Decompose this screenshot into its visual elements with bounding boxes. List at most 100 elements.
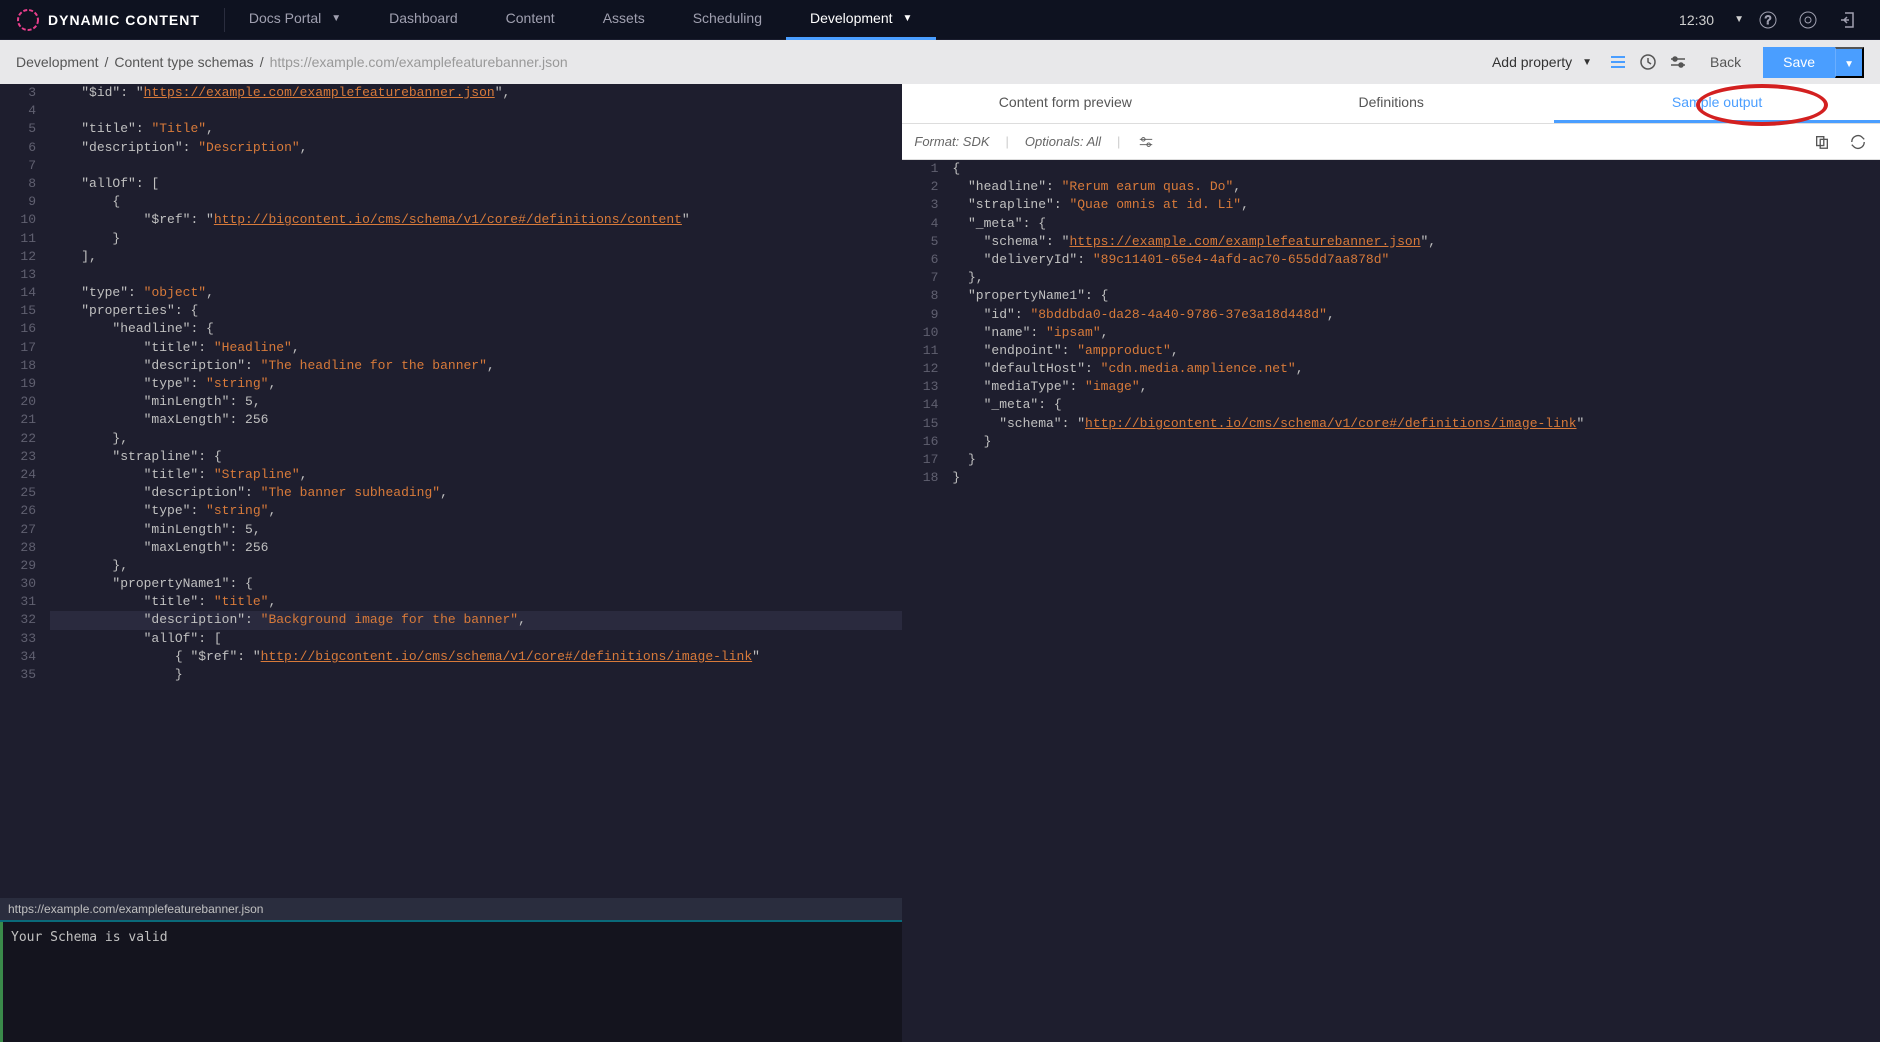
code-content: "type": "object", (50, 284, 902, 302)
format-label[interactable]: Format: SDK (914, 134, 989, 149)
line-number: 32 (0, 611, 50, 629)
gear-icon[interactable] (1792, 4, 1824, 36)
code-content: "description": "Background image for the… (50, 611, 902, 629)
code-content: "strapline": { (50, 448, 902, 466)
code-line: 4 "_meta": { (902, 215, 1880, 233)
sliders-icon[interactable] (1136, 132, 1156, 152)
save-button[interactable]: Save (1763, 47, 1835, 78)
line-number: 10 (902, 324, 952, 342)
line-number: 10 (0, 211, 50, 229)
nav-development[interactable]: Development ▼ (786, 0, 936, 40)
tab-content-form-preview[interactable]: Content form preview (902, 84, 1228, 123)
code-content: "headline": "Rerum earum quas. Do", (952, 178, 1880, 196)
code-content: }, (50, 557, 902, 575)
code-content: "_meta": { (952, 215, 1880, 233)
validation-status: Your Schema is valid (0, 922, 902, 1042)
line-number: 5 (0, 120, 50, 138)
line-number: 35 (0, 666, 50, 684)
line-number: 4 (902, 215, 952, 233)
code-line: 31 "title": "title", (0, 593, 902, 611)
line-number: 15 (902, 415, 952, 433)
logout-icon[interactable] (1832, 4, 1864, 36)
back-button[interactable]: Back (1698, 54, 1753, 70)
code-line: 10 "name": "ipsam", (902, 324, 1880, 342)
line-number: 11 (902, 342, 952, 360)
save-dropdown-button[interactable]: ▼ (1835, 47, 1864, 78)
line-number: 9 (902, 306, 952, 324)
code-line: 19 "type": "string", (0, 375, 902, 393)
code-line: 35 } (0, 666, 902, 684)
nav-scheduling[interactable]: Scheduling (669, 0, 786, 40)
add-property-dropdown[interactable]: Add property ▼ (1486, 54, 1598, 70)
line-number: 7 (902, 269, 952, 287)
breadcrumb-schemas[interactable]: Content type schemas (114, 54, 253, 70)
code-content: "title": "title", (50, 593, 902, 611)
line-number: 17 (0, 339, 50, 357)
line-number: 16 (902, 433, 952, 451)
line-number: 34 (0, 648, 50, 666)
chevron-down-icon: ▼ (903, 13, 913, 24)
nav-content[interactable]: Content (482, 0, 579, 40)
code-line: 14 "_meta": { (902, 396, 1880, 414)
code-line: 9 { (0, 193, 902, 211)
code-line: 7 }, (902, 269, 1880, 287)
line-number: 1 (902, 160, 952, 178)
logo-icon (16, 8, 40, 32)
output-editor[interactable]: 1{2 "headline": "Rerum earum quas. Do",3… (902, 160, 1880, 1042)
line-number: 18 (0, 357, 50, 375)
code-line: 25 "description": "The banner subheading… (0, 484, 902, 502)
code-content: "description": "The headline for the ban… (50, 357, 902, 375)
line-number: 28 (0, 539, 50, 557)
code-content: "title": "Headline", (50, 339, 902, 357)
line-number: 13 (0, 266, 50, 284)
code-content: { (952, 160, 1880, 178)
topbar: DYNAMIC CONTENT Docs Portal ▼ Dashboard … (0, 0, 1880, 40)
line-number: 15 (0, 302, 50, 320)
line-number: 12 (902, 360, 952, 378)
line-number: 9 (0, 193, 50, 211)
preview-panel: Content form preview Definitions Sample … (902, 84, 1880, 1042)
code-content: "strapline": "Quae omnis at id. Li", (952, 196, 1880, 214)
line-number: 13 (902, 378, 952, 396)
editor-tab[interactable]: https://example.com/examplefeaturebanner… (0, 898, 902, 922)
line-number: 21 (0, 411, 50, 429)
line-number: 19 (0, 375, 50, 393)
nav-assets[interactable]: Assets (579, 0, 669, 40)
code-line: 27 "minLength": 5, (0, 521, 902, 539)
code-line: 8 "allOf": [ (0, 175, 902, 193)
code-content: "schema": "https://example.com/examplefe… (952, 233, 1880, 251)
breadcrumb: Development / Content type schemas / htt… (16, 54, 568, 70)
code-content: "minLength": 5, (50, 521, 902, 539)
nav-dashboard[interactable]: Dashboard (365, 0, 482, 40)
code-content: "defaultHost": "cdn.media.amplience.net"… (952, 360, 1880, 378)
code-content: "schema": "http://bigcontent.io/cms/sche… (952, 415, 1880, 433)
code-content: "minLength": 5, (50, 393, 902, 411)
schema-editor[interactable]: 3 "$id": "https://example.com/examplefea… (0, 84, 902, 898)
history-icon[interactable] (1638, 52, 1658, 72)
refresh-icon[interactable] (1848, 132, 1868, 152)
code-content (50, 157, 902, 175)
line-number: 6 (902, 251, 952, 269)
code-line: 11 } (0, 230, 902, 248)
sliders-icon[interactable] (1668, 52, 1688, 72)
code-content: "propertyName1": { (952, 287, 1880, 305)
copy-icon[interactable] (1812, 132, 1832, 152)
code-content: "title": "Strapline", (50, 466, 902, 484)
nav-docs-portal[interactable]: Docs Portal ▼ (225, 0, 365, 40)
chevron-down-icon[interactable]: ▼ (1734, 14, 1744, 25)
code-line: 23 "strapline": { (0, 448, 902, 466)
output-toolbar: Format: SDK | Optionals: All | (902, 124, 1880, 160)
tab-definitions[interactable]: Definitions (1228, 84, 1554, 123)
code-line: 30 "propertyName1": { (0, 575, 902, 593)
optionals-label[interactable]: Optionals: All (1025, 134, 1101, 149)
line-number: 29 (0, 557, 50, 575)
help-icon[interactable]: ? (1752, 4, 1784, 36)
code-line: 17 } (902, 451, 1880, 469)
code-content: "description": "The banner subheading", (50, 484, 902, 502)
line-number: 20 (0, 393, 50, 411)
list-icon[interactable] (1608, 52, 1628, 72)
breadcrumb-development[interactable]: Development (16, 54, 99, 70)
line-number: 14 (902, 396, 952, 414)
code-content: } (952, 451, 1880, 469)
chevron-down-icon: ▼ (1844, 59, 1854, 70)
